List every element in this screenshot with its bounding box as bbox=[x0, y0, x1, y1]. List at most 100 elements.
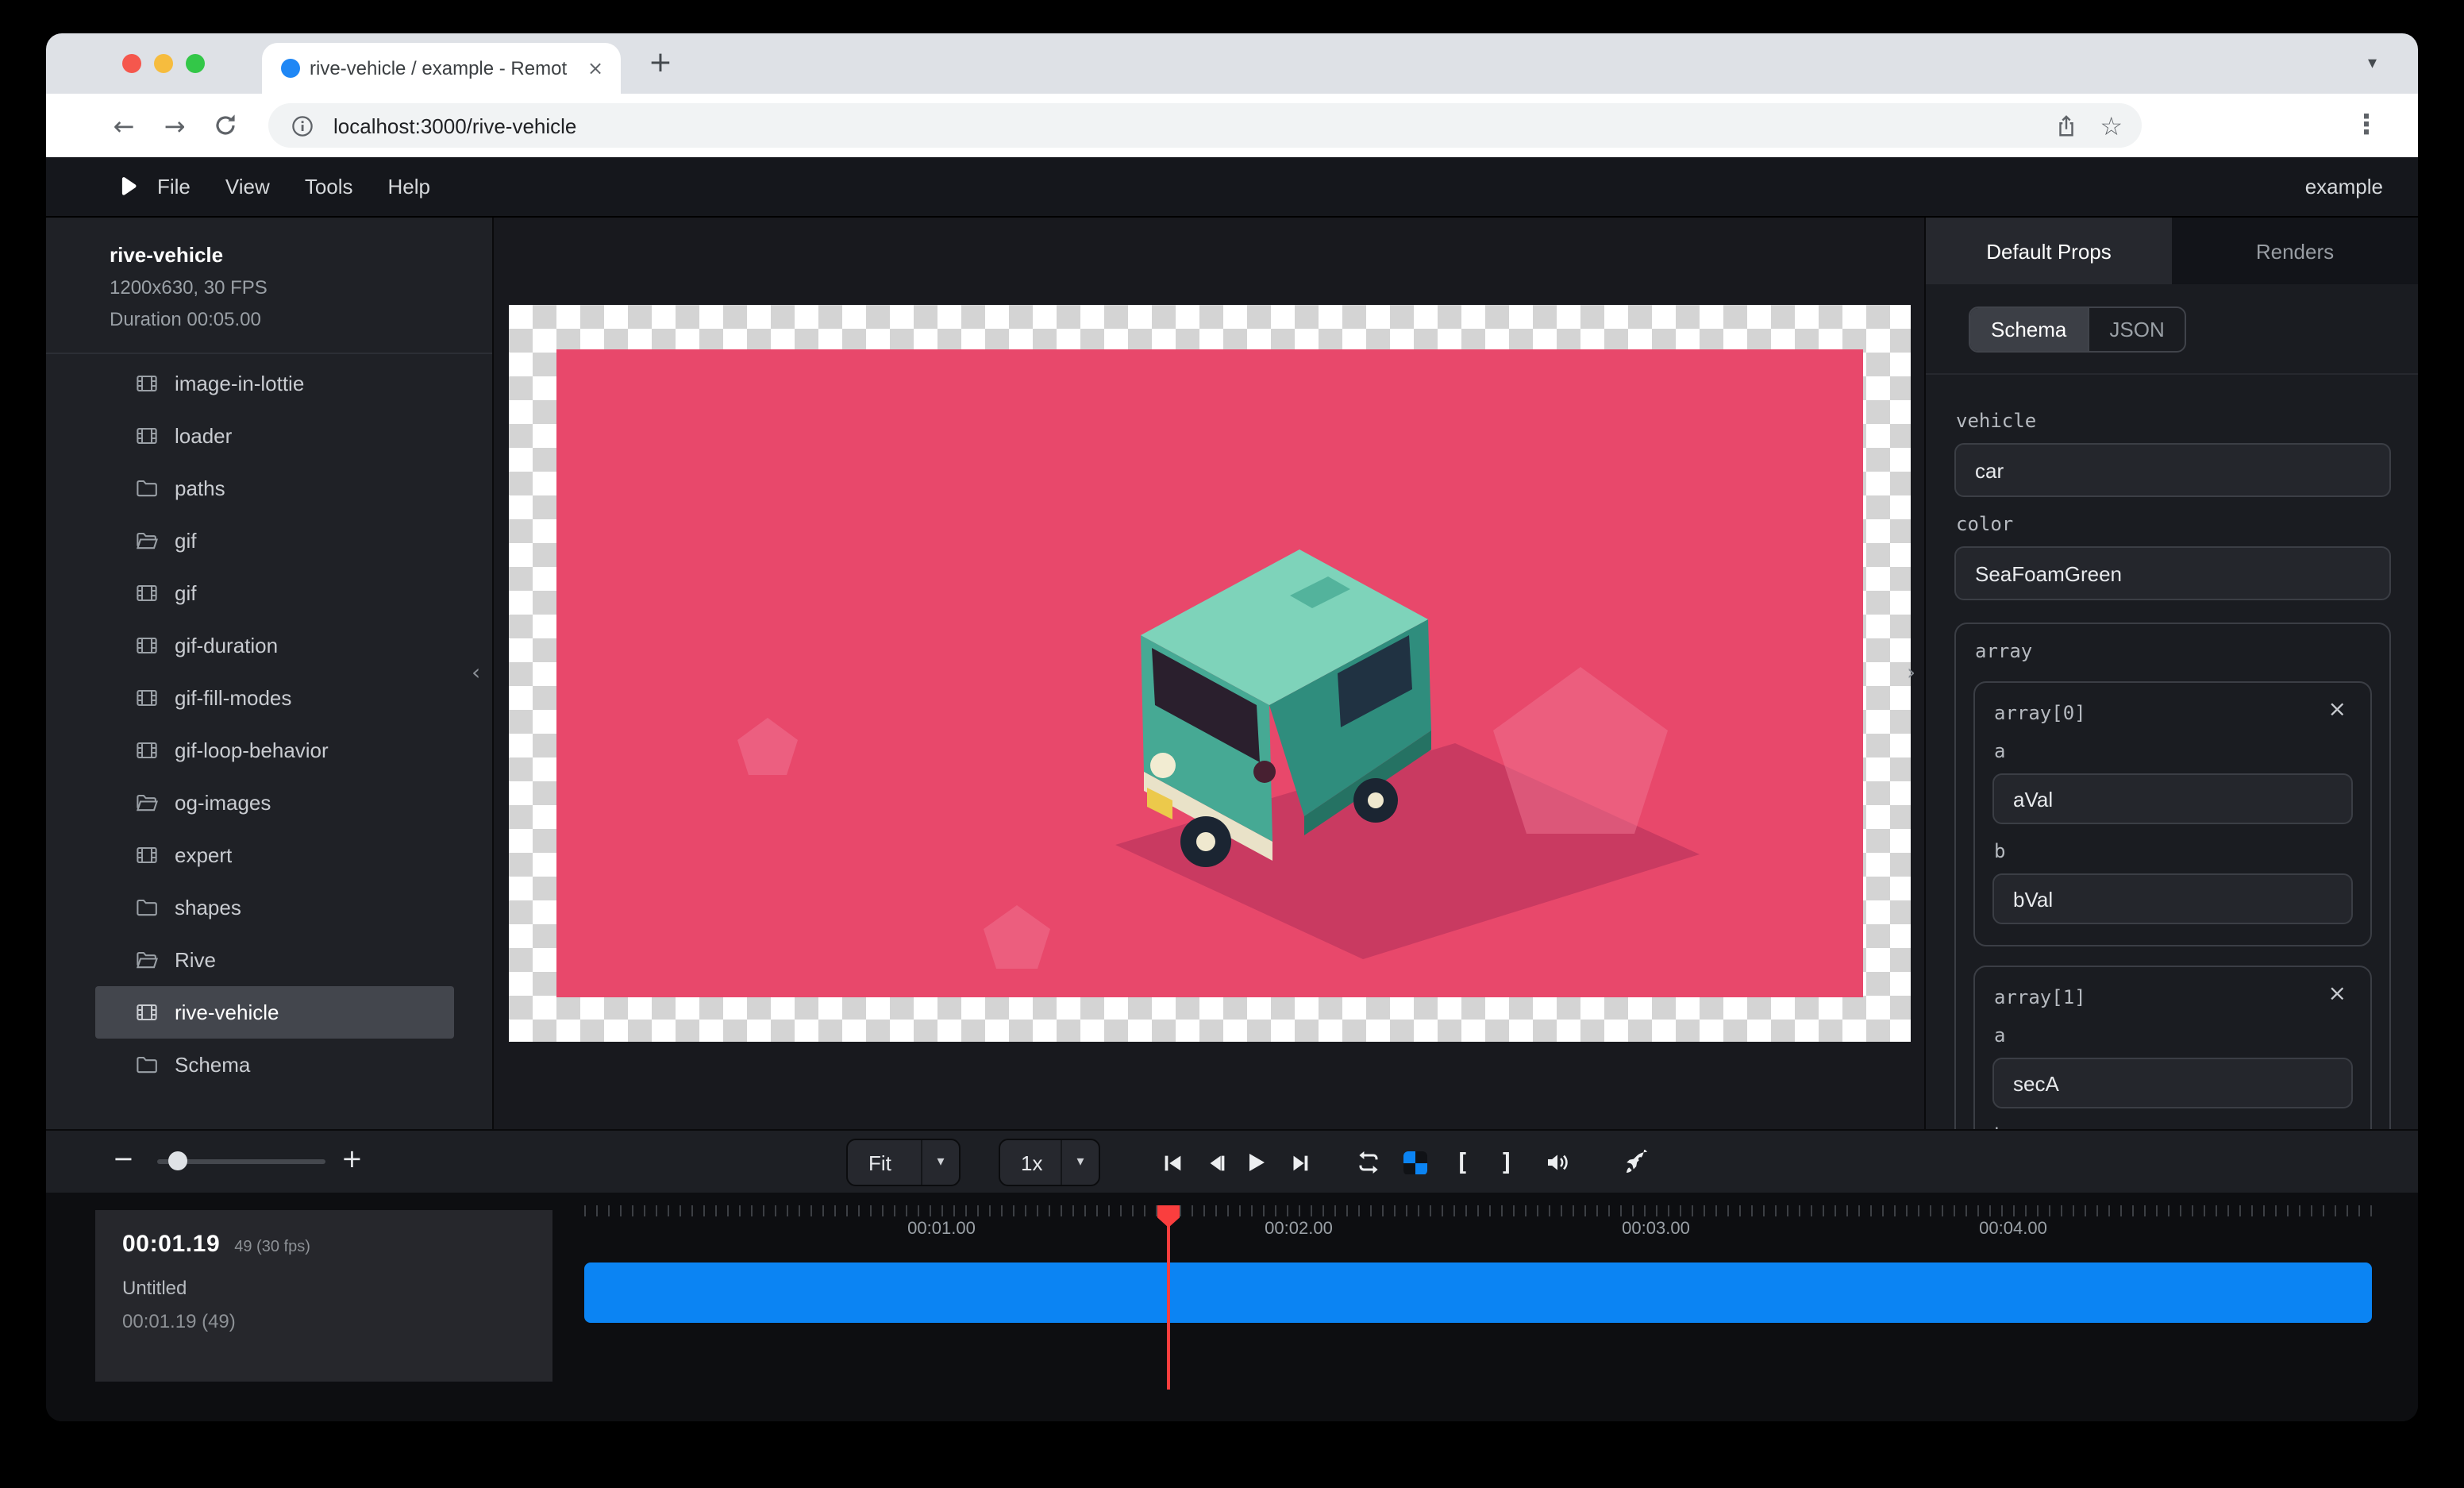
frame-info: 49 (30 fps) bbox=[234, 1239, 310, 1256]
timeline-track[interactable] bbox=[584, 1262, 2372, 1323]
fit-select[interactable]: Fit ▾ bbox=[846, 1139, 961, 1186]
browser-tab[interactable]: rive-vehicle / example - Remot × bbox=[262, 43, 621, 94]
menu-file[interactable]: File bbox=[140, 175, 208, 199]
array-1-a-input[interactable] bbox=[1992, 1058, 2353, 1108]
sidebar-item-expert[interactable]: expert bbox=[95, 829, 454, 881]
sidebar-item-image-in-lottie[interactable]: image-in-lottie bbox=[95, 357, 454, 410]
current-timecode: 00:01.19 bbox=[122, 1231, 220, 1258]
timeline-area: 00:01.19 49 (30 fps) Untitled 00:01.19 (… bbox=[46, 1193, 2418, 1421]
chevron-down-icon: ▾ bbox=[921, 1140, 959, 1185]
tab-renders[interactable]: Renders bbox=[2172, 218, 2418, 284]
reload-icon bbox=[213, 113, 238, 138]
composition-list: image-in-lottie loader paths gif bbox=[46, 357, 492, 1091]
zoom-slider-knob[interactable] bbox=[168, 1151, 187, 1170]
color-input[interactable] bbox=[1954, 546, 2391, 600]
forward-button[interactable]: → bbox=[151, 102, 198, 149]
composition-viewport bbox=[508, 305, 1910, 1042]
sidebar-item-paths[interactable]: paths bbox=[95, 462, 454, 515]
checkerboard-icon bbox=[1403, 1151, 1426, 1174]
site-info-icon[interactable] bbox=[291, 114, 314, 137]
render-button[interactable] bbox=[1618, 1143, 1656, 1182]
timeline-ruler[interactable] bbox=[584, 1205, 2372, 1216]
vehicle-input[interactable] bbox=[1954, 443, 2391, 497]
tab-close-icon[interactable]: × bbox=[583, 56, 608, 81]
sidebar-item-gif-duration[interactable]: gif-duration bbox=[95, 619, 454, 672]
project-title: rive-vehicle bbox=[110, 243, 467, 267]
remove-array-item-1-icon[interactable]: × bbox=[2322, 980, 2353, 1008]
sidebar-item-og-images[interactable]: og-images bbox=[95, 777, 454, 829]
previous-frame-button[interactable] bbox=[1197, 1143, 1235, 1182]
transparency-toggle-button[interactable] bbox=[1396, 1143, 1434, 1182]
jump-to-start-button[interactable] bbox=[1153, 1143, 1191, 1182]
next-frame-button[interactable] bbox=[1280, 1143, 1318, 1182]
playback-speed-select[interactable]: 1x ▾ bbox=[999, 1139, 1100, 1186]
composition-icon bbox=[135, 423, 160, 449]
desktop: rive-vehicle / example - Remot × + ▾ ← →… bbox=[0, 0, 2464, 1488]
remove-array-item-0-icon[interactable]: × bbox=[2322, 696, 2353, 724]
reload-button[interactable] bbox=[202, 102, 249, 149]
color-field-label: color bbox=[1956, 513, 2391, 535]
composition-icon bbox=[135, 685, 160, 711]
menu-tools[interactable]: Tools bbox=[287, 175, 371, 199]
sidebar-item-gif[interactable]: gif bbox=[95, 567, 454, 619]
array-item-1-card: array[1] × a b bbox=[1973, 966, 2372, 1129]
share-button[interactable] bbox=[2054, 114, 2077, 137]
set-out-point-button[interactable]: ] bbox=[1488, 1143, 1526, 1182]
playhead[interactable] bbox=[1167, 1205, 1170, 1390]
timeline-info-box: 00:01.19 49 (30 fps) Untitled 00:01.19 (… bbox=[95, 1210, 552, 1382]
address-bar[interactable]: localhost:3000/rive-vehicle ☆ bbox=[268, 103, 2142, 148]
tab-default-props[interactable]: Default Props bbox=[1926, 218, 2172, 284]
playback-controls-bar: − + Fit ▾ 1x ▾ bbox=[46, 1129, 2418, 1193]
set-in-point-button[interactable]: [ bbox=[1443, 1143, 1481, 1182]
traffic-light-close-button[interactable] bbox=[122, 54, 141, 73]
ruler-label: 00:01.00 bbox=[907, 1220, 976, 1239]
array-item-0-label: array[0] bbox=[1994, 702, 2086, 724]
json-toggle-button[interactable]: JSON bbox=[2087, 308, 2185, 351]
ruler-label: 00:02.00 bbox=[1265, 1220, 1333, 1239]
array-0-b-input[interactable] bbox=[1992, 873, 2353, 924]
composition-icon bbox=[135, 633, 160, 658]
sidebar-item-gif-fill-modes[interactable]: gif-fill-modes bbox=[95, 672, 454, 724]
project-resolution: 1200x630, 30 FPS bbox=[110, 276, 467, 299]
volume-button[interactable] bbox=[1538, 1143, 1577, 1182]
tab-search-chevron-icon[interactable]: ▾ bbox=[2368, 52, 2377, 73]
collapse-right-panel-icon[interactable]: › bbox=[1907, 662, 1915, 684]
remotion-logo-icon[interactable] bbox=[116, 175, 140, 199]
composition-icon bbox=[135, 1000, 160, 1025]
zoom-out-button[interactable]: − bbox=[113, 1143, 134, 1174]
playhead-handle[interactable] bbox=[1157, 1205, 1180, 1228]
menu-view[interactable]: View bbox=[208, 175, 287, 199]
right-panel-tabs: Default Props Renders bbox=[1926, 218, 2418, 284]
folder-icon bbox=[135, 1052, 160, 1077]
zoom-in-button[interactable]: + bbox=[341, 1143, 363, 1174]
collapse-sidebar-icon[interactable]: ‹ bbox=[472, 662, 480, 684]
schema-json-toggle: Schema JSON bbox=[1969, 306, 2187, 353]
traffic-light-minimize-button[interactable] bbox=[154, 54, 173, 73]
folder-open-icon bbox=[135, 947, 160, 973]
back-button[interactable]: ← bbox=[100, 102, 148, 149]
sidebar-item-gif-folder[interactable]: gif bbox=[95, 515, 454, 567]
array-0-a-input[interactable] bbox=[1992, 773, 2353, 824]
compositions-sidebar: rive-vehicle 1200x630, 30 FPS Duration 0… bbox=[46, 218, 494, 1129]
schema-toggle-button[interactable]: Schema bbox=[1970, 308, 2087, 351]
share-icon bbox=[2054, 114, 2077, 137]
browser-menu-icon[interactable]: ⋮ bbox=[2353, 110, 2380, 141]
sidebar-item-rive[interactable]: Rive bbox=[95, 934, 454, 986]
sidebar-item-loader[interactable]: loader bbox=[95, 410, 454, 462]
new-tab-button[interactable]: + bbox=[640, 43, 681, 84]
menu-help[interactable]: Help bbox=[371, 175, 449, 199]
sidebar-item-rive-vehicle[interactable]: rive-vehicle bbox=[95, 986, 454, 1039]
traffic-light-zoom-button[interactable] bbox=[186, 54, 205, 73]
ruler-label: 00:04.00 bbox=[1979, 1220, 2047, 1239]
loop-toggle-button[interactable] bbox=[1349, 1143, 1388, 1182]
sidebar-item-gif-loop-behavior[interactable]: gif-loop-behavior bbox=[95, 724, 454, 777]
sidebar-item-shapes[interactable]: shapes bbox=[95, 881, 454, 934]
track-name[interactable]: Untitled bbox=[122, 1277, 526, 1299]
sidebar-item-schema[interactable]: Schema bbox=[95, 1039, 454, 1091]
url-text[interactable]: localhost:3000/rive-vehicle bbox=[333, 114, 576, 137]
array-item-1-label: array[1] bbox=[1994, 986, 2086, 1008]
array-section-label: array bbox=[1975, 640, 2372, 662]
bookmark-star-icon[interactable]: ☆ bbox=[2100, 110, 2123, 141]
composition-icon bbox=[135, 580, 160, 606]
play-button[interactable] bbox=[1237, 1143, 1275, 1182]
